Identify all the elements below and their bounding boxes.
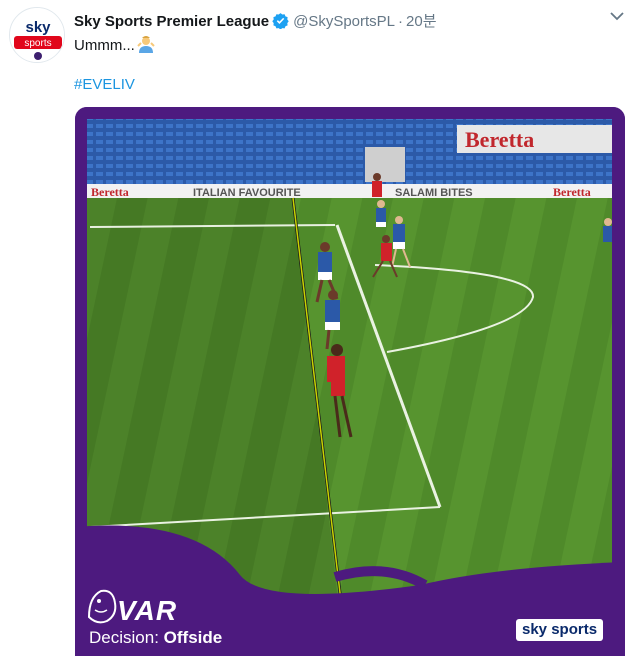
avatar-top-text: sky xyxy=(25,19,51,36)
tweet-text: Ummm... xyxy=(74,35,155,57)
avatar-band-text: sports xyxy=(24,38,51,49)
var-offside-image: Beretta Beretta ITALIAN FAVOURITE SALAMI… xyxy=(75,107,625,656)
board-text-beretta-left: Beretta xyxy=(91,185,129,199)
sky-sports-logo-icon: sky sports xyxy=(10,8,64,62)
tweet-text-content: Ummm... xyxy=(74,37,135,54)
timestamp[interactable]: 20분 xyxy=(406,13,437,30)
display-name[interactable]: Sky Sports Premier League xyxy=(74,13,269,30)
board-text-beretta-top: Beretta xyxy=(465,127,534,152)
man-shrugging-emoji-icon xyxy=(137,35,155,57)
board-text-italian-favourite: ITALIAN FAVOURITE xyxy=(193,187,301,199)
handle[interactable]: @SkySportsPL xyxy=(293,13,395,30)
chevron-down-icon[interactable] xyxy=(610,8,624,21)
decision-prefix: Decision: xyxy=(89,628,159,647)
sky-sports-watermark: sky sports xyxy=(516,619,604,641)
decision-value: Offside xyxy=(163,628,223,647)
decision-text: Decision: Offside xyxy=(89,628,222,648)
separator-dot: · xyxy=(398,13,404,30)
media-image[interactable]: Beretta Beretta ITALIAN FAVOURITE SALAMI… xyxy=(75,107,625,656)
board-text-beretta-right: Beretta xyxy=(553,185,591,199)
player-blue-5 xyxy=(603,218,612,242)
player-red-1 xyxy=(372,173,382,197)
var-label: VAR xyxy=(117,595,178,626)
hashtag-link[interactable]: #EVELIV xyxy=(74,76,135,93)
player-blue-1 xyxy=(376,200,386,227)
tweet-header: Sky Sports Premier League @SkySportsPL · 20… xyxy=(74,10,640,32)
avatar[interactable]: sky sports xyxy=(9,7,65,63)
verified-badge-icon xyxy=(272,12,289,33)
advertising-board xyxy=(87,184,612,198)
board-text-salami-bites: SALAMI BITES xyxy=(395,187,473,199)
